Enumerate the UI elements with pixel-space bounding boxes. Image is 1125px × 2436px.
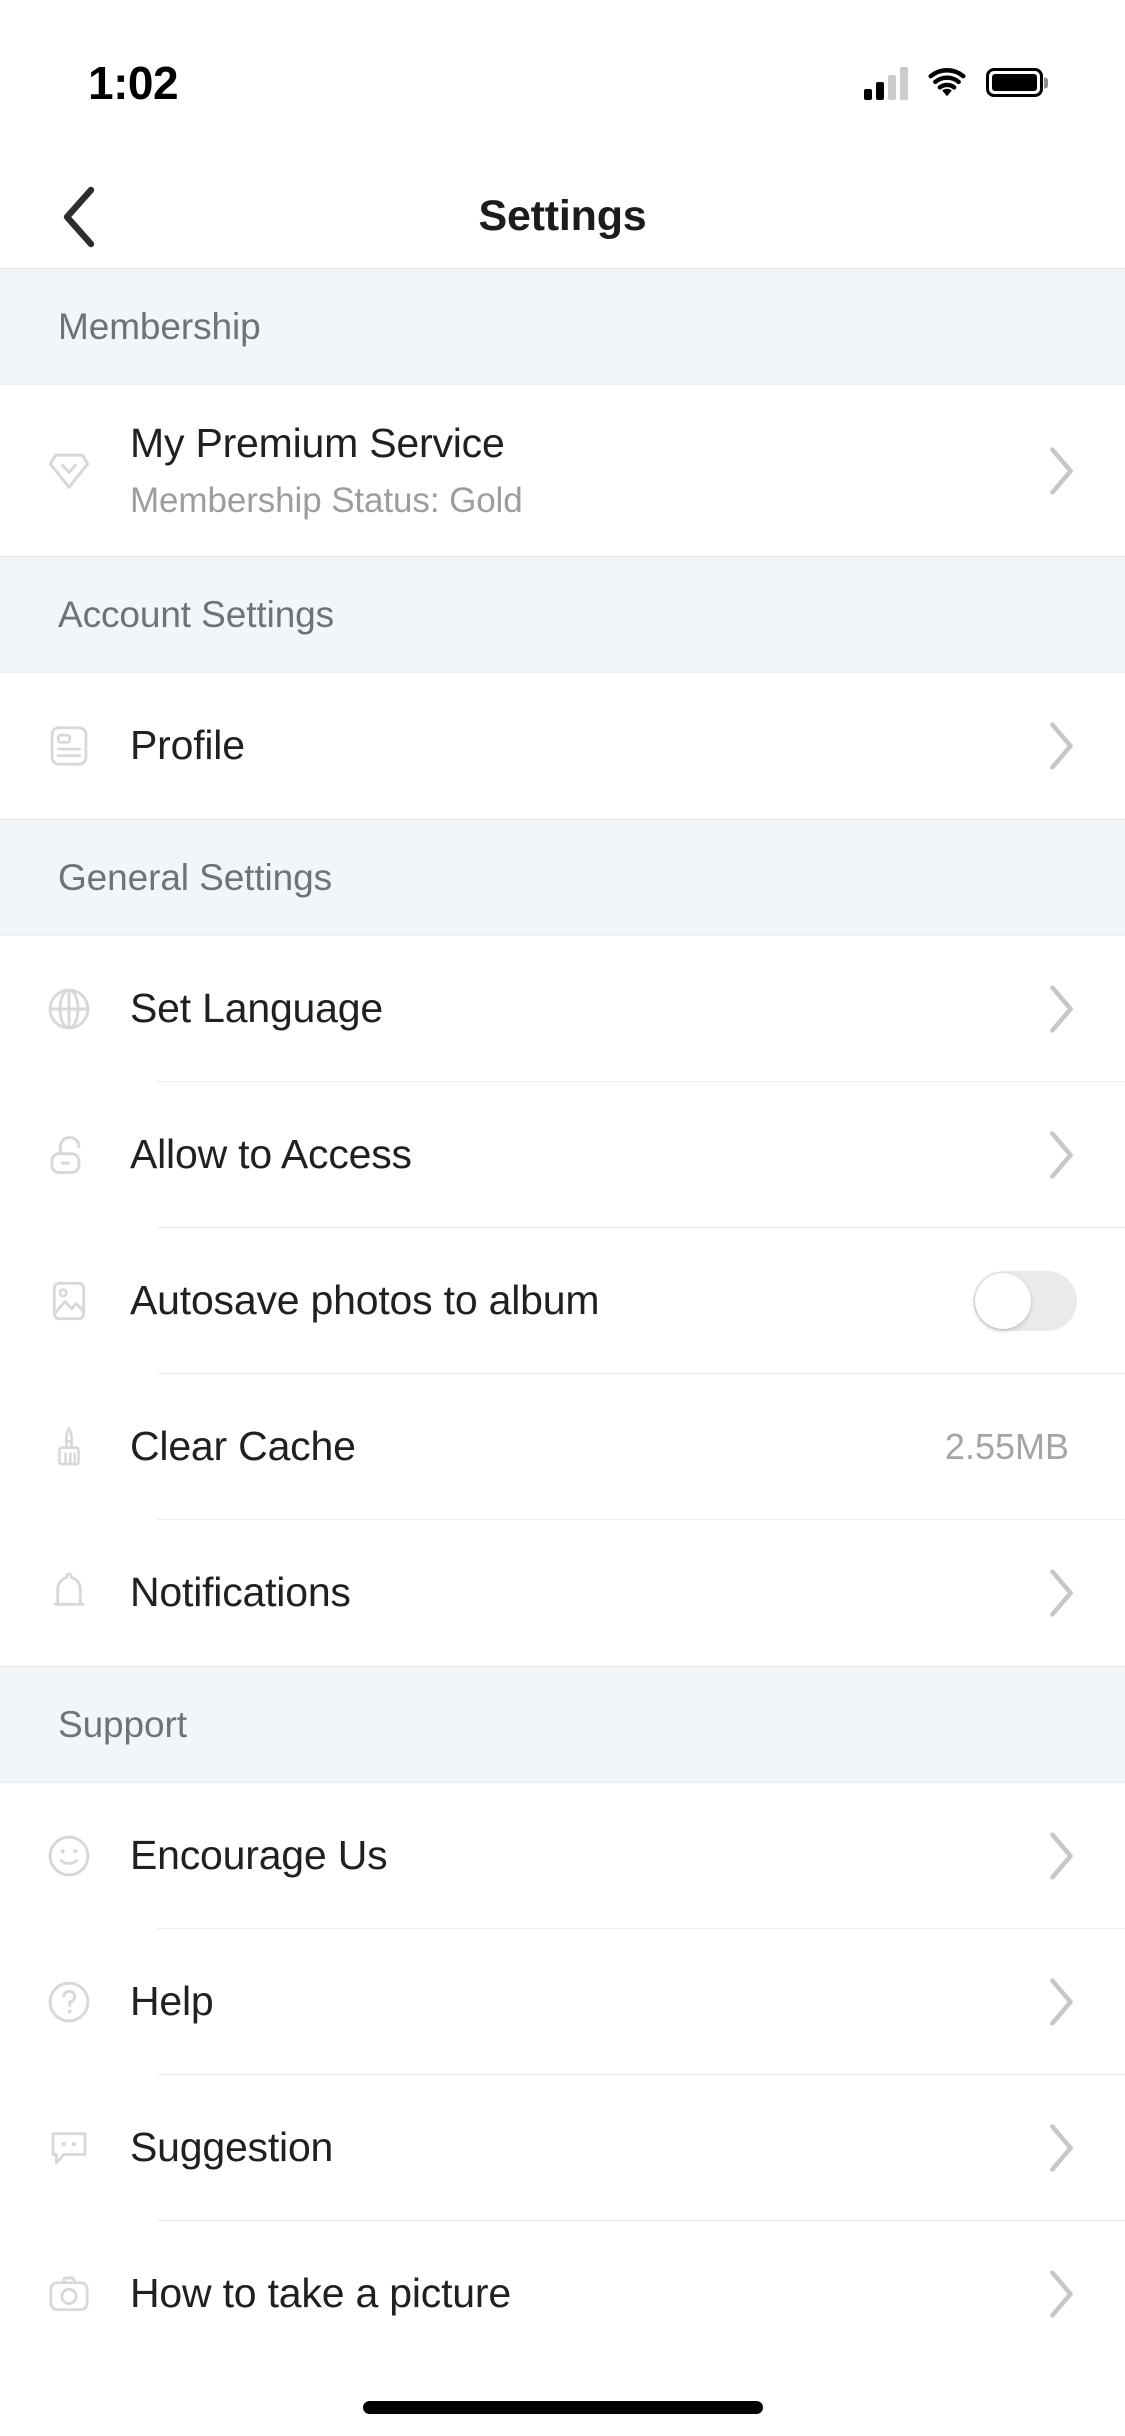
row-text: Help <box>130 1978 1029 2025</box>
chevron-right-icon <box>1050 446 1073 495</box>
chevron-right-icon <box>1050 985 1073 1033</box>
row-title: Autosave photos to album <box>130 1277 600 1324</box>
wifi-icon <box>928 67 966 96</box>
bell-icon <box>36 1560 102 1626</box>
section-rows-membership: My Premium Service Membership Status: Go… <box>0 385 1125 556</box>
camera-icon <box>36 2261 102 2327</box>
clear-cache-size-value: 2.55MB <box>944 1426 1069 1467</box>
row-title: Profile <box>130 722 245 769</box>
row-text: Suggestion <box>130 2124 1029 2171</box>
row-autosave-photos[interactable]: Autosave photos to album <box>0 1228 1125 1374</box>
row-suggestion[interactable]: Suggestion <box>0 2075 1125 2221</box>
row-text: Allow to Access <box>130 1131 1029 1178</box>
row-title: My Premium Service <box>130 419 505 466</box>
section-header-membership: Membership <box>0 268 1125 385</box>
broom-brush-icon <box>36 1414 102 1480</box>
row-text: My Premium Service Membership Status: Go… <box>130 420 1029 521</box>
back-chevron-icon <box>63 186 95 247</box>
settings-list: Membership My Premium Service Membership… <box>0 268 1125 2367</box>
row-text: Profile <box>130 722 1029 769</box>
home-indicator <box>362 2401 763 2414</box>
row-how-to-take-a-picture[interactable]: How to take a picture <box>0 2221 1125 2367</box>
section-header-support: Support <box>0 1666 1125 1783</box>
row-title: Set Language <box>130 985 383 1032</box>
chevron-right-icon <box>1050 722 1073 770</box>
row-title: How to take a picture <box>130 2270 511 2317</box>
unlock-padlock-icon <box>36 1122 102 1188</box>
section-rows-general-settings: Set Language Allow to Access Autosave ph… <box>0 936 1125 1666</box>
status-bar-indicators <box>864 66 1043 100</box>
row-encourage-us[interactable]: Encourage Us <box>0 1783 1125 1929</box>
diamond-gem-icon <box>36 438 102 504</box>
section-rows-account-settings: Profile <box>0 673 1125 819</box>
status-bar-time: 1:02 <box>88 56 179 109</box>
chevron-right-icon <box>1050 1569 1073 1617</box>
row-allow-to-access[interactable]: Allow to Access <box>0 1082 1125 1228</box>
toggle-knob <box>975 1273 1031 1329</box>
question-circle-icon <box>36 1969 102 2035</box>
row-title: Notifications <box>130 1569 351 1616</box>
section-header-label: General Settings <box>58 856 333 898</box>
section-header-account-settings: Account Settings <box>0 556 1125 673</box>
section-rows-support: Encourage Us Help Suggestion How to take… <box>0 1783 1125 2367</box>
globe-icon <box>36 976 102 1042</box>
speech-bubble-icon <box>36 2115 102 2181</box>
section-header-label: Membership <box>58 305 261 347</box>
row-text: Notifications <box>130 1569 1029 1616</box>
smiley-face-icon <box>36 1823 102 1889</box>
row-title: Allow to Access <box>130 1131 412 1178</box>
chevron-right-icon <box>1050 2270 1073 2318</box>
row-clear-cache[interactable]: Clear Cache 2.55MB <box>0 1374 1125 1520</box>
page-title: Settings <box>478 192 647 240</box>
battery-icon <box>986 68 1043 97</box>
row-subtitle: Membership Status: Gold <box>130 481 523 521</box>
row-help[interactable]: Help <box>0 1929 1125 2075</box>
status-bar: 1:02 <box>0 0 1125 165</box>
navigation-bar: Settings <box>0 165 1125 268</box>
row-title: Help <box>130 1978 214 2025</box>
section-header-general-settings: General Settings <box>0 819 1125 936</box>
section-header-label: Support <box>58 1703 187 1745</box>
row-title: Suggestion <box>130 2124 334 2171</box>
row-text: Set Language <box>130 985 1029 1032</box>
chevron-right-icon <box>1050 1832 1073 1880</box>
row-title: Clear Cache <box>130 1423 356 1470</box>
row-text: Clear Cache <box>130 1423 945 1470</box>
row-my-premium-service[interactable]: My Premium Service Membership Status: Go… <box>0 385 1125 556</box>
row-set-language[interactable]: Set Language <box>0 936 1125 1082</box>
row-text: Encourage Us <box>130 1832 1029 1879</box>
section-header-label: Account Settings <box>58 593 335 635</box>
chevron-right-icon <box>1050 1978 1073 2026</box>
autosave-photos-toggle[interactable] <box>973 1271 1077 1331</box>
chevron-right-icon <box>1050 2124 1073 2172</box>
back-button[interactable] <box>40 178 118 256</box>
settings-screen: 1:02 Settings Membership My Premium Serv… <box>0 0 1125 2436</box>
chevron-right-icon <box>1050 1131 1073 1179</box>
cellular-signal-icon <box>864 66 908 100</box>
photo-image-icon <box>36 1268 102 1334</box>
row-text: How to take a picture <box>130 2270 1029 2317</box>
row-text: Autosave photos to album <box>130 1277 973 1324</box>
row-title: Encourage Us <box>130 1832 388 1879</box>
row-profile[interactable]: Profile <box>0 673 1125 819</box>
id-card-icon <box>36 713 102 779</box>
row-notifications[interactable]: Notifications <box>0 1520 1125 1666</box>
